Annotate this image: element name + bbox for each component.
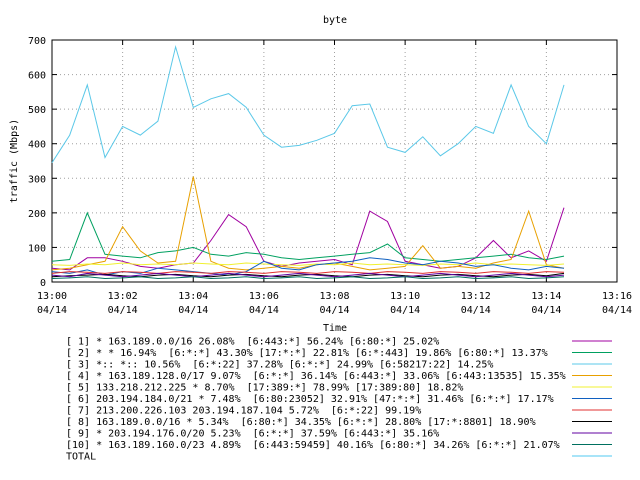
series-line-2 — [51, 211, 565, 262]
x-tick-label-time: 13:00 — [37, 291, 67, 302]
x-tick-label-time: 13:02 — [108, 291, 138, 302]
x-tick-label-date: 04/14 — [531, 305, 561, 316]
x-tick-label-time: 13:06 — [249, 291, 279, 302]
series-line-3 — [51, 44, 565, 163]
y-axis-label: traffic (Mbps) — [9, 119, 20, 203]
x-tick-label-date: 04/14 — [108, 305, 138, 316]
x-tick-label-time: 13:16 — [602, 291, 632, 302]
y-tick-label: 600 — [28, 71, 46, 82]
legend-label-8: [ 8] 163.189.0.0/16 * 5.34% [6:80:*] 34.… — [66, 417, 536, 428]
x-tick-label-time: 13:08 — [319, 291, 349, 302]
y-tick-label: 300 — [28, 174, 46, 185]
legend-label-9: [ 9] * 203.194.176.0/20 5.23% [6:*:*] 37… — [66, 429, 439, 440]
chart: byte 0100200300400500600700 13:0004/1413… — [9, 15, 632, 463]
x-tick-label-time: 13:10 — [390, 291, 420, 302]
x-tick-label-date: 04/14 — [461, 305, 491, 316]
legend-label-2: [ 2] * * 16.94% [6:*:*] 43.30% [17:*:*] … — [66, 348, 548, 359]
x-tick-label-time: 13:12 — [461, 291, 491, 302]
series-line-4 — [51, 176, 565, 271]
x-tick-label-time: 13:14 — [531, 291, 561, 302]
x-tick-label-date: 04/14 — [178, 305, 208, 316]
y-tick-label: 400 — [28, 140, 46, 151]
legend-label-5: [ 5] 133.218.212.225 * 8.70% [17:389:*] … — [66, 383, 463, 394]
legend-label-10: [10] * 163.189.160.0/23 4.89% [6:443:594… — [66, 440, 560, 451]
x-axis-label: Time — [323, 323, 347, 334]
y-tick-label: 200 — [28, 209, 46, 220]
series-line-1 — [51, 207, 565, 271]
x-tick-label-date: 04/14 — [319, 305, 349, 316]
x-tick-label-date: 04/14 — [249, 305, 279, 316]
legend-label-3: [ 3] *:: *:: 10.56% [6:*:22] 37.28% [6:*… — [66, 360, 493, 371]
legend-label-4: [ 4] * 163.189.128.0/17 9.07% [6:*:*] 36… — [66, 371, 566, 382]
y-tick-label: 700 — [28, 36, 46, 47]
x-tick-label-date: 04/14 — [390, 305, 420, 316]
series-line-10 — [51, 276, 565, 280]
y-tick-label: 500 — [28, 105, 46, 116]
y-tick-label: 100 — [28, 243, 46, 254]
x-tick-label-date: 04/14 — [602, 305, 632, 316]
x-axis-ticks: 13:00 04/14 13:02 04/14 13:04 04/14 13:06 04/14… — [37, 40, 632, 316]
x-tick-label-date: 04/14 — [37, 305, 67, 316]
series-lines — [51, 44, 565, 280]
chart-title: byte — [323, 15, 347, 26]
x-tick-label-time: 13:04 — [178, 291, 208, 302]
legend-label-7: [ 7] 213.200.226.103 203.194.187.104 5.7… — [66, 406, 421, 417]
y-tick-label: 0 — [40, 278, 46, 289]
legend-label-11: TOTAL — [66, 452, 96, 463]
legend: [ 1] * 163.189.0.0/16 26.08% [6:443:*] 5… — [66, 337, 612, 463]
legend-label-6: [ 6] 203.194.184.0/21 * 7.48% [6:80:2305… — [66, 394, 554, 405]
legend-label-1: [ 1] * 163.189.0.0/16 26.08% [6:443:*] 5… — [66, 337, 439, 348]
